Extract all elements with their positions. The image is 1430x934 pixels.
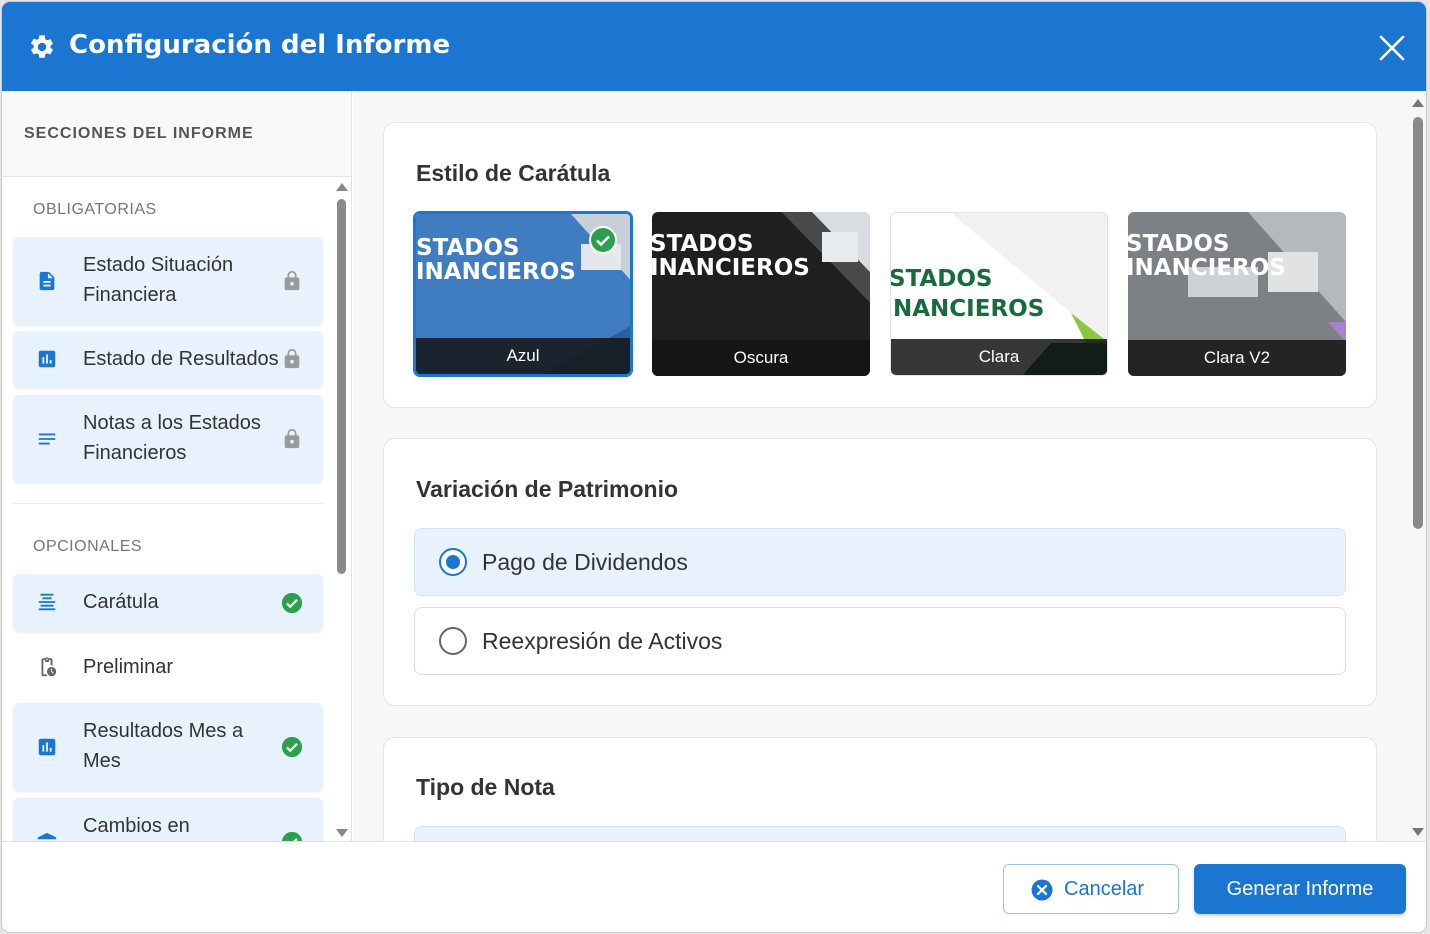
notes-lines-icon — [38, 433, 56, 445]
dialog-title: Configuración del Informe — [69, 30, 451, 60]
option-label: Pago de Dividendos — [482, 549, 688, 575]
cover-style-title: Estilo de Carátula — [416, 160, 611, 186]
cover-title-line2: INANCIEROS — [1128, 255, 1286, 281]
cancel-circle-icon — [1031, 879, 1053, 901]
cover-option-azul[interactable]: STADOS INANCIEROS Azul — [414, 212, 632, 376]
option-pago-dividendos[interactable]: Pago de Dividendos — [414, 528, 1346, 596]
cover-option-clara[interactable]: STADOS NANCIEROS Clara — [890, 212, 1108, 376]
option-label: Reexpresión de Activos — [482, 628, 723, 654]
note-type-title: Tipo de Nota — [416, 774, 555, 800]
lock-icon — [284, 270, 300, 291]
main-scroll-up[interactable] — [1412, 99, 1424, 107]
mandatory-group-label: OBLIGATORIAS — [33, 201, 157, 218]
document-icon — [39, 271, 55, 291]
cover-icon — [38, 593, 56, 611]
cover-title-line1: STADOS — [652, 231, 754, 257]
cover-style-card: Estilo de Carátula STADOS INANCIEROS Azu… — [383, 122, 1377, 408]
sidebar-item-notas[interactable]: Notas a los Estados Financieros — [13, 395, 323, 483]
sidebar-item-label: Estado Situación Financiera — [83, 254, 234, 306]
sidebar-item-label: Resultados Mes a Mes — [83, 720, 244, 772]
sidebar-item-label: Preliminar — [83, 656, 174, 678]
option-reexpresion-activos[interactable]: Reexpresión de Activos — [414, 607, 1346, 675]
main-scrollbar[interactable] — [1413, 117, 1423, 529]
sidebar-header: SECCIONES DEL INFORME — [2, 91, 351, 177]
dialog-footer: Cancelar Generar Informe — [2, 841, 1426, 932]
cover-option-name: Oscura — [652, 340, 870, 376]
radio-button[interactable] — [439, 627, 467, 655]
sidebar-item-label: Estado de Resultados — [83, 348, 279, 370]
sidebar-item-preliminar[interactable]: Preliminar — [13, 639, 323, 697]
cancel-label: Cancelar — [1064, 878, 1145, 900]
cover-option-clara-v2[interactable]: STADOS INANCIEROS Clara V2 — [1128, 212, 1346, 376]
equity-variation-card: Variación de Patrimonio Pago de Dividend… — [383, 438, 1377, 706]
cover-title-line1: STADOS — [890, 266, 993, 292]
main-panel: Estilo de Carátula STADOS INANCIEROS Azu… — [353, 91, 1426, 841]
cover-option-name: Clara — [891, 339, 1107, 375]
lock-icon — [284, 348, 300, 369]
sidebar-item-label: Cambios en — [83, 815, 190, 837]
optional-group-label: OPCIONALES — [33, 538, 143, 555]
sidebar-item-label: Notas a los Estados Financieros — [83, 412, 261, 464]
lock-icon — [284, 428, 300, 449]
note-type-card: Tipo de Nota — [383, 737, 1377, 841]
main-scroll-down[interactable] — [1412, 828, 1424, 836]
sidebar-item-cambios[interactable]: Cambios en — [13, 798, 323, 841]
sidebar-item-estado-resultados[interactable]: Estado de Resultados — [13, 331, 323, 388]
check-circle-icon — [589, 226, 617, 254]
check-circle-icon — [281, 736, 303, 758]
note-type-option[interactable] — [414, 826, 1346, 841]
sections-sidebar: SECCIONES DEL INFORME OBLIGATORIAS Estad… — [2, 91, 352, 841]
sidebar-item-caratula[interactable]: Carátula — [13, 574, 323, 632]
cover-title-line1: STADOS — [416, 235, 520, 261]
cover-title-line2: NANCIEROS — [893, 296, 1045, 322]
cover-option-name: Azul — [416, 338, 630, 374]
sidebar-scroll-up[interactable] — [336, 183, 348, 191]
group-divider — [13, 503, 323, 504]
cover-option-oscura[interactable]: STADOS INANCIEROS Oscura — [652, 212, 870, 376]
sidebar-item-resultados-mes[interactable]: Resultados Mes a Mes — [13, 703, 323, 791]
sidebar-scrollbar[interactable] — [337, 199, 346, 574]
check-circle-icon — [281, 831, 303, 841]
bank-icon — [37, 832, 57, 840]
cover-title-line1: STADOS — [1128, 231, 1230, 257]
equity-variation-title: Variación de Patrimonio — [416, 476, 679, 502]
generate-report-button[interactable]: Generar Informe — [1194, 864, 1406, 914]
gear-icon — [31, 35, 53, 58]
cancel-button[interactable]: Cancelar — [1003, 864, 1179, 914]
check-circle-icon — [281, 592, 303, 614]
sidebar-title: SECCIONES DEL INFORME — [24, 125, 254, 142]
dialog-header: Configuración del Informe — [2, 2, 1426, 91]
bar-chart-icon — [38, 738, 56, 756]
cover-title-line2: INANCIEROS — [416, 259, 576, 285]
sidebar-item-label: Carátula — [83, 591, 159, 613]
radio-button[interactable] — [439, 548, 467, 576]
cover-title-line2: INANCIEROS — [652, 255, 810, 281]
clipboard-clock-icon — [41, 657, 57, 677]
bar-chart-icon — [38, 350, 56, 368]
sidebar-item-estado-situacion[interactable]: Estado Situación Financiera — [13, 237, 323, 325]
close-icon[interactable] — [1378, 34, 1406, 62]
cover-option-name: Clara V2 — [1128, 340, 1346, 376]
report-config-dialog: Configuración del Informe SECCIONES DEL … — [2, 2, 1426, 932]
sidebar-scroll-down[interactable] — [336, 829, 348, 837]
